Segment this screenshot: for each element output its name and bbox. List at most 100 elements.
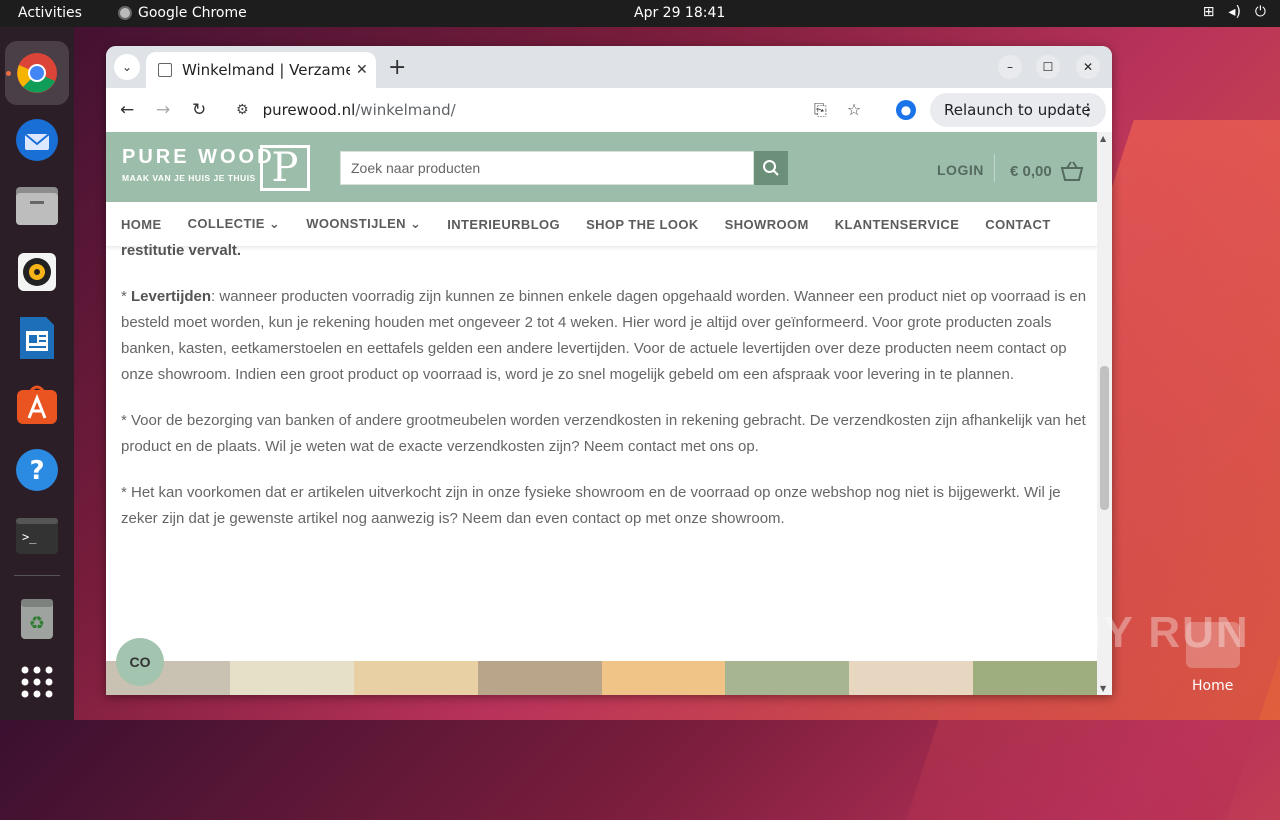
dock-help[interactable]: ? [12,445,62,495]
site-info-icon[interactable]: ⚙ [236,102,249,118]
dock-trash[interactable]: ♻ [12,593,62,643]
minimize-button[interactable]: – [998,55,1022,79]
chrome-small-icon [118,6,132,20]
scroll-up-arrow-icon[interactable]: ▲ [1100,134,1106,143]
maximize-icon: ☐ [1042,60,1054,74]
svg-text:>_: >_ [22,530,37,544]
omnibox-actions: ⎘ ☆ [814,100,861,120]
trash-icon: ♻ [21,599,53,639]
reload-icon: ↻ [192,100,207,120]
app-menu[interactable]: Google Chrome [118,5,247,21]
system-tray[interactable]: ⊞ ◂) ⏻ [1203,4,1266,20]
login-link[interactable]: LOGIN [937,162,984,178]
chevron-down-icon: ⌄ [268,216,281,231]
tab-title: Winkelmand | Verzamel je [182,61,350,79]
logo-mark[interactable]: P [260,145,310,191]
logo-tagline: MAAK VAN JE HUIS JE THUIS [122,173,256,183]
url-path: /winkelmand/ [355,101,456,119]
site-logo[interactable]: PURE WOOD MAAK VAN JE HUIS JE THUIS [122,146,275,183]
chrome-window: ⌄ Winkelmand | Verzamel je ✕ + – ☐ ✕ ← →… [106,46,1112,695]
paragraph-delivery-times: * Levertijden: wanneer producten voorrad… [121,284,1087,388]
relaunch-button[interactable]: Relaunch to update ⋮ [930,93,1106,127]
nav-showroom[interactable]: SHOWROOM [725,217,809,232]
files-icon [16,187,58,225]
back-button[interactable]: ← [120,100,134,120]
translate-icon[interactable]: ⎘ [814,100,827,120]
chrome-icon [17,53,57,93]
dock-rhythmbox[interactable] [12,247,62,297]
close-icon: ✕ [1082,60,1094,74]
app-grid-icon [21,666,53,698]
nav-collectie[interactable]: COLLECTIE ⌄ [188,216,281,232]
forward-button[interactable]: → [156,100,170,120]
cart-terms-text: restitutie vervalt. * Levertijden: wanne… [121,238,1087,552]
nav-klantenservice[interactable]: KLANTENSERVICE [835,217,960,232]
image-strip [106,661,1097,695]
dock-app-center[interactable] [12,379,62,429]
tab-active[interactable]: Winkelmand | Verzamel je ✕ [146,52,376,88]
url-text: purewood.nl/winkelmand/ [263,101,456,119]
url-host: purewood.nl [262,101,356,119]
maximize-button[interactable]: ☐ [1036,55,1060,79]
profile-avatar-icon[interactable]: ● [896,100,916,120]
relaunch-label: Relaunch to update [944,101,1091,119]
browser-toolbar: ← → ↻ ⚙ purewood.nl/winkelmand/ ⎘ ☆ ● Re… [106,88,1112,132]
dock-chrome[interactable] [5,41,69,105]
power-icon: ⏻ [1254,4,1266,20]
chat-icon: CO [129,654,151,670]
close-window-button[interactable]: ✕ [1076,55,1100,79]
web-page: PURE WOOD MAAK VAN JE HUIS JE THUIS P Zo… [106,132,1097,695]
nav-shop-the-look[interactable]: SHOP THE LOOK [586,217,699,232]
delivery-times-text: : wanneer producten voorradig zijn kunne… [121,288,1087,383]
strip-image [725,661,850,695]
cart-link[interactable]: € 0,00 [1010,160,1084,182]
writer-icon [20,317,54,359]
chat-widget-button[interactable]: CO [116,638,164,686]
basket-icon [1060,161,1083,181]
dock-separator [14,575,60,576]
nav-contact[interactable]: CONTACT [985,217,1050,232]
home-folder-label: Home [1192,678,1234,694]
nav-home[interactable]: HOME [121,217,162,232]
scroll-down-arrow-icon[interactable]: ▼ [1100,684,1106,693]
cart-total: € 0,00 [1010,162,1052,180]
activities-button[interactable]: Activities [18,5,82,21]
home-folder-icon[interactable] [1186,622,1240,668]
dock-files[interactable] [12,181,62,231]
strip-image [477,661,602,695]
tab-strip: ⌄ Winkelmand | Verzamel je ✕ + – ☐ ✕ [106,46,1112,88]
svg-text:♻: ♻ [29,613,45,634]
search-button[interactable] [754,151,788,185]
search-input[interactable]: Zoek naar producten [340,151,754,185]
arrow-right-icon: → [156,100,171,120]
tab-search-button[interactable]: ⌄ [114,54,140,80]
strip-image [849,661,974,695]
tab-close-icon[interactable]: ✕ [356,62,368,78]
bookmark-star-icon[interactable]: ☆ [847,100,861,120]
strip-image [229,661,354,695]
arrow-left-icon: ← [120,100,135,120]
dock-app-grid[interactable] [12,657,62,707]
paragraph-shipping-costs: * Voor de bezorging van banken of andere… [121,412,1086,455]
network-icon: ⊞ [1202,4,1215,20]
dock-thunderbird[interactable] [12,115,62,165]
bullet-prefix: * [121,288,132,305]
search-icon [763,160,779,176]
minimize-icon: – [1007,60,1013,74]
kebab-menu-icon[interactable]: ⋮ [1080,100,1096,119]
dock-writer[interactable] [12,313,62,363]
nav-woonstijlen[interactable]: WOONSTIJLEN ⌄ [306,216,421,232]
nav-interieurblog[interactable]: INTERIEURBLOG [447,217,560,232]
logo-title: PURE WOOD [122,146,275,168]
strip-image [353,661,478,695]
restitution-line: restitutie vervalt. [121,242,242,259]
volume-icon: ◂) [1228,4,1241,20]
new-tab-button[interactable]: + [388,55,406,80]
scrollbar-thumb[interactable] [1100,366,1109,510]
chevron-down-icon: ⌄ [121,60,133,74]
address-bar[interactable]: ⚙ purewood.nl/winkelmand/ [226,93,880,127]
reload-button[interactable]: ↻ [192,100,206,120]
clock[interactable]: Apr 29 18:41 [634,5,725,21]
paragraph-stock-notice: * Het kan voorkomen dat er artikelen uit… [121,484,1061,527]
dock-terminal[interactable]: >_ [12,511,62,561]
